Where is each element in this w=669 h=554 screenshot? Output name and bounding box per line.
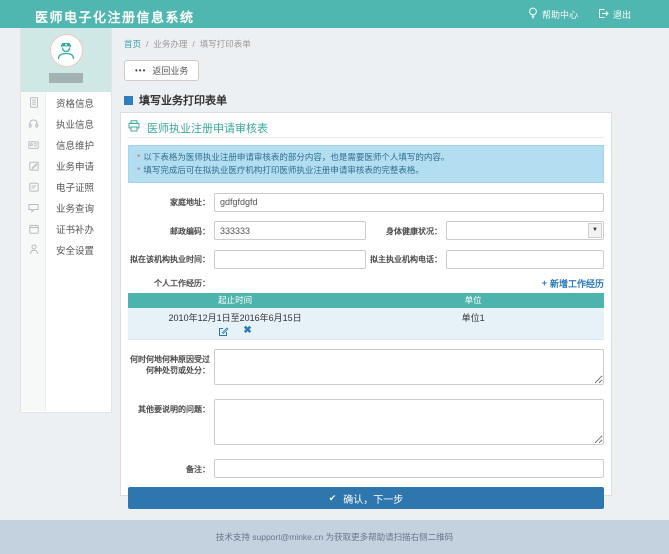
notice-box: *以下表格为医师执业注册申请审核表的部分内容，也是需要医师个人填写的内容。 *填…: [128, 145, 604, 183]
column-header-period: 起止时间: [128, 294, 342, 306]
breadcrumb-separator: /: [146, 39, 148, 49]
remarks-input[interactable]: [214, 459, 604, 478]
form-title: 医师执业注册申请审核表: [128, 120, 604, 138]
logout-icon: [598, 8, 609, 21]
remarks-row: 备注：: [128, 459, 604, 479]
headset-icon: [21, 118, 46, 129]
header-actions: 帮助中心 退出: [528, 0, 631, 28]
notice-line: *填写完成后可在拟执业医疗机构打印医师执业注册申请审核表的完整表格。: [137, 164, 595, 177]
footer-text: 技术支持 support@minke.cn 为获取更多帮助请扫描右侧二维码: [216, 531, 453, 543]
breadcrumb: 首页 / 业务办理 / 填写打印表单: [124, 38, 251, 50]
help-center-link[interactable]: 帮助中心: [528, 7, 578, 21]
sidebar-item-info-maintenance[interactable]: 信息维护: [21, 134, 111, 155]
printer-icon: [128, 120, 140, 135]
certificate-icon: [21, 182, 46, 192]
work-experience-table: 起止时间 单位 2010年12月1日至2016年6月15日 ✖ 单位1: [128, 293, 604, 340]
sidebar-item-qualification-info[interactable]: 资格信息: [21, 92, 111, 113]
practice-time-input[interactable]: [214, 250, 366, 269]
table-header: 起止时间 单位: [128, 293, 604, 308]
form-card: 医师执业注册申请审核表 *以下表格为医师执业注册申请审核表的部分内容，也是需要医…: [120, 112, 612, 496]
practice-time-label: 拟在该机构执业时间：: [128, 249, 210, 269]
app-header: 医师电子化注册信息系统 帮助中心 退出: [0, 0, 669, 28]
postal-health-row: 邮政编码： 身体健康状况： ▼: [128, 221, 604, 241]
add-experience-link[interactable]: + 新增工作经历: [542, 277, 604, 290]
delete-icon[interactable]: ✖: [243, 326, 251, 336]
other-issues-textarea[interactable]: [214, 399, 604, 445]
help-icon: [528, 7, 538, 21]
user-key-icon: [21, 244, 46, 255]
punishment-textarea[interactable]: [214, 349, 604, 385]
home-address-label: 家庭地址：: [128, 192, 210, 212]
breadcrumb-home[interactable]: 首页: [124, 38, 141, 50]
breadcrumb-current: 填写打印表单: [200, 38, 251, 50]
remarks-label: 备注：: [128, 459, 210, 479]
idcard-icon: [21, 140, 46, 150]
chevron-down-icon[interactable]: ▼: [588, 223, 602, 238]
health-status-select[interactable]: ▼: [446, 221, 604, 240]
sidebar-item-security-settings[interactable]: 安全设置: [21, 239, 111, 260]
row-period: 2010年12月1日至2016年6月15日: [128, 311, 342, 324]
work-experience-label: 个人工作经历：: [128, 278, 210, 289]
app-footer: 技术支持 support@minke.cn 为获取更多帮助请扫描右侧二维码: [0, 520, 669, 554]
punishment-row: 何时何地何种原因受过何种处罚或处分：: [128, 349, 604, 390]
app-title: 医师电子化注册信息系统: [35, 7, 195, 26]
avatar: [50, 34, 83, 67]
user-name-redacted: [49, 73, 83, 83]
help-label: 帮助中心: [542, 8, 578, 21]
edit-icon[interactable]: [218, 326, 229, 337]
breadcrumb-separator: /: [192, 39, 194, 49]
time-phone-row: 拟在该机构执业时间： 拟主执业机构电话：: [128, 249, 604, 269]
sidebar-item-business-application[interactable]: 业务申请: [21, 155, 111, 176]
bullet-icon: *: [137, 165, 140, 175]
other-issues-label: 其他要说明的问题：: [128, 399, 210, 450]
org-phone-input[interactable]: [446, 250, 604, 269]
calendar-icon: [21, 224, 46, 234]
document-icon: [21, 97, 46, 108]
sidebar-menu: 资格信息 执业信息 信息维护 业务申请: [21, 92, 111, 411]
notice-line: *以下表格为医师执业注册申请审核表的部分内容，也是需要医师个人填写的内容。: [137, 151, 595, 164]
check-icon: ✔: [329, 493, 337, 504]
chat-icon: [21, 203, 46, 213]
logout-link[interactable]: 退出: [598, 8, 631, 21]
title-square-icon: [124, 96, 133, 105]
logout-label: 退出: [613, 8, 631, 21]
health-status-label: 身体健康状况：: [366, 221, 442, 241]
return-business-label: 返回业务: [152, 64, 188, 77]
sidebar: 资格信息 执业信息 信息维护 业务申请: [20, 28, 112, 413]
ellipsis-icon: •••: [135, 66, 146, 75]
form-edit-icon: [21, 161, 46, 171]
breadcrumb-business[interactable]: 业务办理: [153, 38, 187, 50]
doctor-icon: [55, 40, 77, 62]
sidebar-item-e-certificate[interactable]: 电子证照: [21, 176, 111, 197]
plus-icon: +: [542, 278, 547, 288]
other-issues-row: 其他要说明的问题：: [128, 399, 604, 450]
page-title: 填写业务打印表单: [124, 92, 227, 108]
home-address-input[interactable]: [214, 193, 604, 212]
row-unit: 单位1: [342, 311, 604, 337]
confirm-next-button[interactable]: ✔ 确认，下一步: [128, 487, 604, 509]
home-address-row: 家庭地址：: [128, 192, 604, 212]
return-business-button[interactable]: ••• 返回业务: [124, 60, 199, 81]
bullet-icon: *: [137, 152, 140, 162]
sidebar-item-certificate-reissue[interactable]: 证书补办: [21, 218, 111, 239]
user-panel: [21, 28, 111, 92]
column-header-unit: 单位: [342, 294, 604, 306]
org-phone-label: 拟主执业机构电话：: [366, 249, 442, 269]
postal-code-input[interactable]: [214, 221, 366, 240]
postal-code-label: 邮政编码：: [128, 221, 210, 241]
sidebar-item-practice-info[interactable]: 执业信息: [21, 113, 111, 134]
table-row: 2010年12月1日至2016年6月15日 ✖ 单位1: [128, 308, 604, 340]
sidebar-item-business-query[interactable]: 业务查询: [21, 197, 111, 218]
work-experience-row: 个人工作经历： + 新增工作经历: [128, 277, 604, 290]
punishment-label: 何时何地何种原因受过何种处罚或处分：: [128, 349, 210, 390]
